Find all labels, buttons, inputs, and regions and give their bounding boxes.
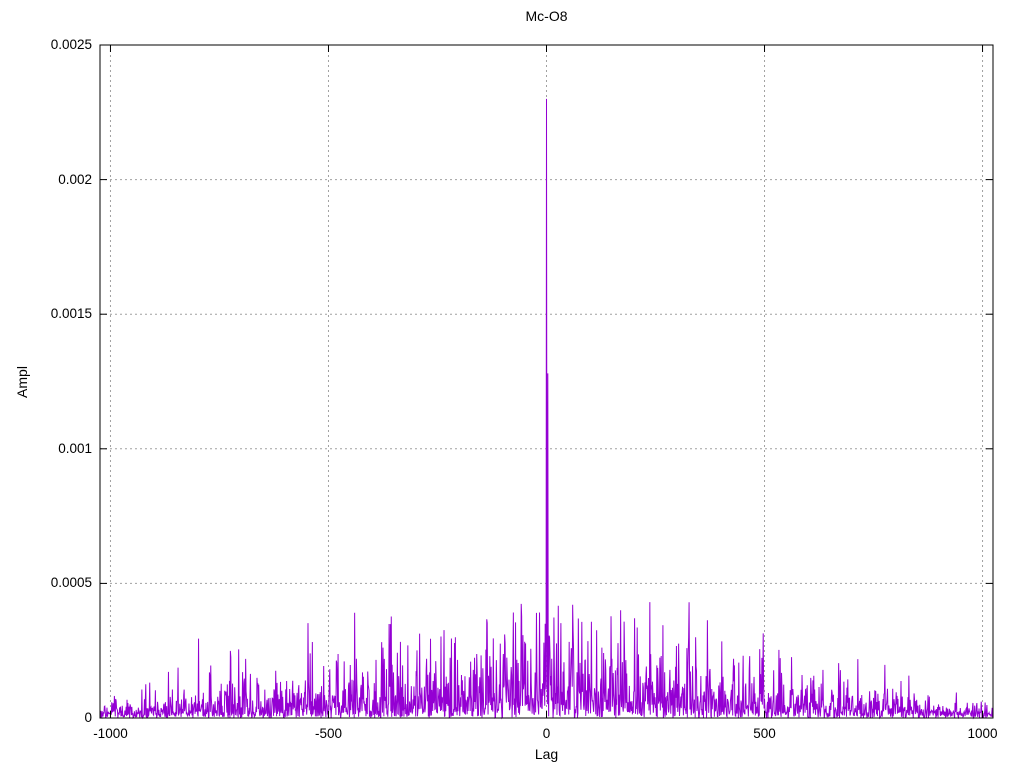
correlation-chart: Mc-O8 Ampl Lag 0 0.0005 0.001 0.0015 0.002 0.… [0,0,1024,768]
x-tick-label: -500 [314,726,342,741]
y-tick-label: 0.0025 [50,37,92,52]
y-axis-label: Ampl [14,366,30,398]
y-tick-label: 0.0005 [50,575,92,591]
y-tick-label: 0.002 [58,171,92,187]
y-tick-label: 0.0015 [50,306,92,322]
x-tick-label: 500 [753,726,776,741]
y-tick-label: 0.001 [58,440,92,456]
x-axis-label: Lag [534,746,559,762]
y-tick-label: 0 [84,710,92,725]
x-tick-label: -1000 [93,726,128,741]
correlation-series [99,98,994,720]
x-tick-label: 1000 [967,726,998,741]
chart-title: Mc-O8 [525,8,568,24]
x-tick-label: 0 [542,726,551,741]
plot-canvas [99,44,994,720]
